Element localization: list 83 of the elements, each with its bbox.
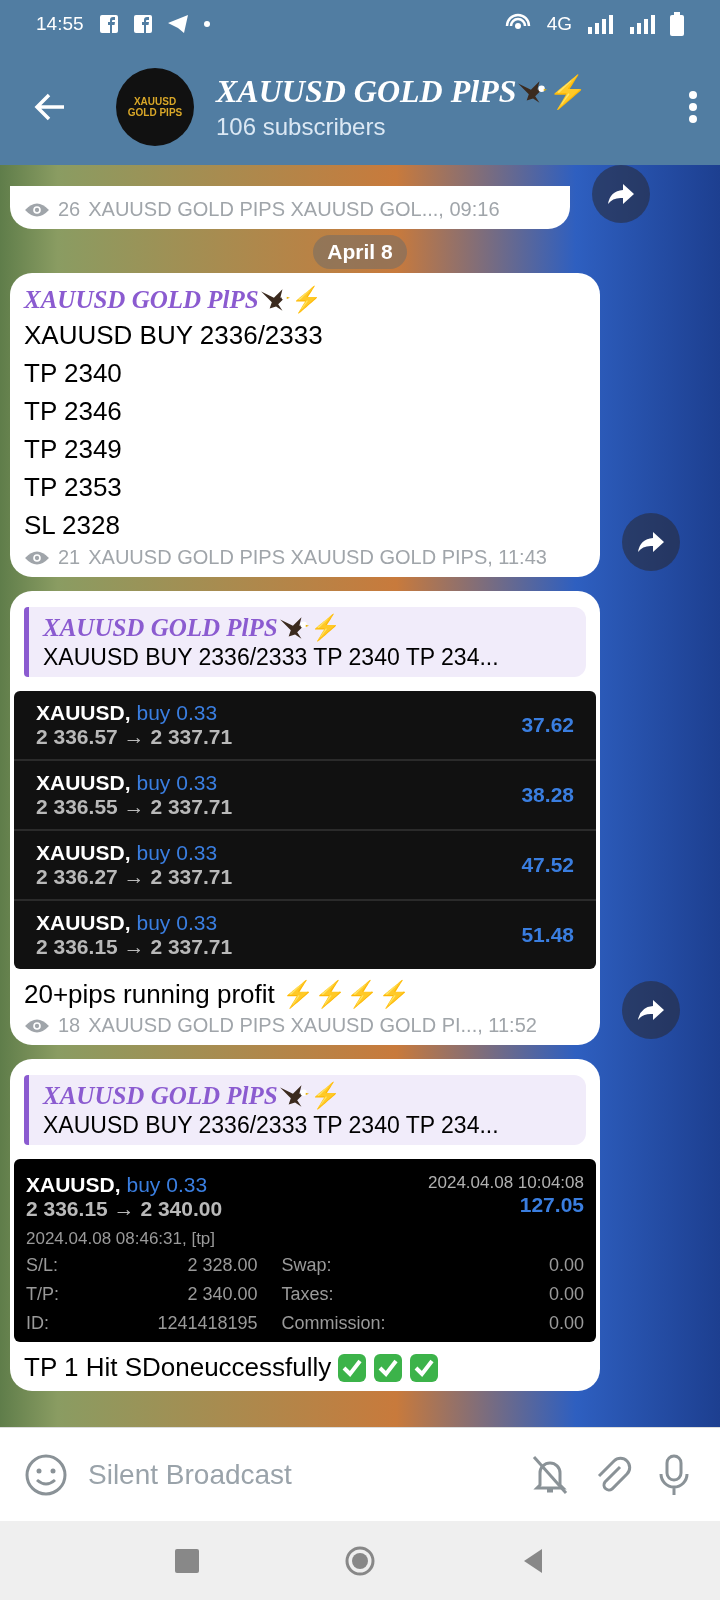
lightning-emoji: ⚡ <box>309 1081 341 1110</box>
message-input[interactable]: Silent Broadcast <box>86 1457 510 1492</box>
signal-icon <box>586 13 614 35</box>
message-meta: XAUUSD GOLD PIPS XAUUSD GOLD PI..., 11:52 <box>88 1014 537 1037</box>
view-count: 26 <box>58 198 81 221</box>
message-line: TP 2353 <box>24 471 123 504</box>
message-line: TP 2346 <box>24 395 123 428</box>
view-count: 21 <box>58 546 81 569</box>
trade-prices: 2 336.57 → 2 337.71 <box>36 725 234 749</box>
field-label: Taxes: <box>281 1284 335 1305</box>
trade-profit: 47.52 <box>521 853 574 877</box>
facebook-icon <box>99 15 118 33</box>
field-value: 0.00 <box>547 1313 584 1334</box>
field-value: 0.00 <box>547 1255 584 1276</box>
battery-icon <box>670 12 684 36</box>
facebook-icon <box>133 15 152 33</box>
trade-prices: 2 336.55 → 2 337.71 <box>36 795 234 819</box>
trade-profit: 37.62 <box>521 713 574 737</box>
reply-quote[interactable]: XAUUSD GOLD PlPS ⚡ XAUUSD BUY 2336/2333 TP 2340 TP 234... <box>24 1075 586 1145</box>
trade-symbol: XAUUSD, <box>36 771 131 794</box>
trade-symbol: XAUUSD, <box>26 1173 121 1196</box>
view-count: 18 <box>58 1014 81 1037</box>
check-mark-icon <box>373 1352 404 1383</box>
avatar-logo-text: GOLD PIPS <box>127 106 183 118</box>
field-label: ID: <box>26 1313 50 1334</box>
trade-side: buy 0.33 <box>136 911 218 934</box>
trade-prices: 2 336.15 → 2 340.00 <box>26 1197 224 1221</box>
subscriber-count: 106 subscribers <box>216 112 387 141</box>
dot-icon <box>203 21 210 27</box>
emoji-button[interactable] <box>24 1452 68 1497</box>
lightning-emoji: ⚡ <box>309 613 341 642</box>
close-time: 2024.04.08 10:04:08 <box>428 1173 584 1193</box>
share-button[interactable] <box>592 165 650 223</box>
home-button[interactable] <box>345 1546 375 1576</box>
check-mark-icon <box>409 1352 440 1383</box>
field-value: 2 328.00 <box>186 1255 258 1276</box>
trade-prices: 2 336.15 → 2 337.71 <box>36 935 234 959</box>
field-label: Swap: <box>281 1255 333 1276</box>
trade-prices: 2 336.27 → 2 337.71 <box>36 865 234 889</box>
share-arrow-icon <box>607 182 635 206</box>
telegram-icon <box>167 15 188 33</box>
field-value: 0.00 <box>547 1284 584 1305</box>
channel-title: XAUUSD GOLD PlPS <box>216 73 517 110</box>
lightning-emoji: ⚡ <box>548 72 589 111</box>
message-line: SL 2328 <box>24 509 121 542</box>
reply-quote[interactable]: XAUUSD GOLD PlPS ⚡ XAUUSD BUY 2336/2333 TP 2340 TP 234... <box>24 607 586 677</box>
trade-side: buy 0.33 <box>136 841 218 864</box>
channel-avatar[interactable]: XAUUSD GOLD PIPS <box>116 67 194 146</box>
message-text: 20+pips running profit ⚡⚡⚡⚡ <box>24 979 410 1010</box>
message-meta: XAUUSD GOLD PIPS XAUUSD GOL..., 09:16 <box>88 198 500 221</box>
trade-profit: 38.28 <box>521 783 574 807</box>
channel-name: XAUUSD GOLD PlPS <box>24 285 259 314</box>
lightning-emoji: ⚡ <box>290 285 322 314</box>
field-label: T/P: <box>26 1284 59 1305</box>
more-options-button[interactable] <box>688 89 698 124</box>
status-time: 14:55 <box>36 13 84 35</box>
open-info: 2024.04.08 08:46:31, [tp] <box>26 1229 217 1249</box>
channel-name: XAUUSD GOLD PlPS <box>43 613 278 642</box>
share-arrow-icon <box>637 530 665 554</box>
field-label: S/L: <box>26 1255 59 1276</box>
trade-side: buy 0.33 <box>136 771 218 794</box>
field-value: 1241418195 <box>156 1313 258 1334</box>
message-text: TP 1 Hit SDoneuccessfully <box>24 1352 332 1383</box>
trade-symbol: XAUUSD, <box>36 911 131 934</box>
trade-symbol: XAUUSD, <box>36 841 131 864</box>
trade-symbol: XAUUSD, <box>36 701 131 724</box>
check-mark-icon <box>337 1352 368 1383</box>
trade-side: buy 0.33 <box>126 1173 208 1196</box>
message-line: TP 2349 <box>24 433 123 466</box>
trade-profit: 127.05 <box>519 1193 584 1217</box>
field-value: 2 340.00 <box>186 1284 258 1305</box>
message-meta: XAUUSD GOLD PIPS XAUUSD GOLD PIPS, 11:43 <box>88 546 547 569</box>
message-line: XAUUSD BUY 2336/2333 <box>24 319 324 352</box>
channel-name: XAUUSD GOLD PlPS <box>43 1081 278 1110</box>
avatar-logo-text: XAUUSD <box>133 95 177 107</box>
network-type: 4G <box>546 13 572 35</box>
date-chip: April 8 <box>313 235 407 269</box>
signal-icon <box>628 13 656 35</box>
share-arrow-icon <box>637 998 665 1022</box>
field-label: Commission: <box>281 1313 386 1334</box>
trade-profit: 51.48 <box>521 923 574 947</box>
message-line: TP 2340 <box>24 357 123 390</box>
trade-side: buy 0.33 <box>136 701 218 724</box>
